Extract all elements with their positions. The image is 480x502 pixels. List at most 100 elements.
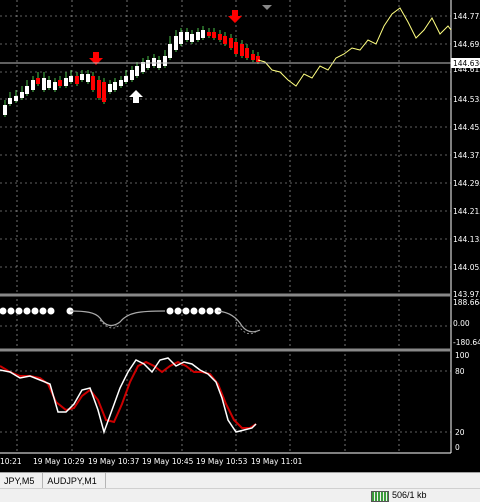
price-tick-label: 144.055 xyxy=(453,263,480,272)
stoch-label-80: 80 xyxy=(455,367,465,376)
signal-dot xyxy=(198,307,206,315)
indicator1-dashed xyxy=(99,319,259,335)
chart-shift-icon[interactable] xyxy=(262,5,272,10)
time-axis: 10:21 19 May 10:29 19 May 10:37 19 May 10:4… xyxy=(0,457,303,466)
forecast-line xyxy=(257,7,452,87)
signal-dot xyxy=(174,307,182,315)
candle-body xyxy=(97,80,101,98)
candle-body xyxy=(251,54,255,60)
indicator1-label-min: -180.644 xyxy=(453,338,480,347)
candle-body xyxy=(3,105,7,115)
candle-body xyxy=(31,80,35,90)
candle-body xyxy=(240,44,244,56)
candle-body xyxy=(196,32,200,40)
stoch-label-100: 100 xyxy=(455,351,470,360)
time-tick-label: 19 May 10:29 xyxy=(33,457,85,466)
candle-body xyxy=(201,30,205,38)
tab-audjpy-m1[interactable]: AUDJPY,M1 xyxy=(43,473,106,489)
indicator1-label-zero: 0.00 xyxy=(453,319,470,328)
forecast-polyline xyxy=(257,7,452,87)
price-tick-label: 144.295 xyxy=(453,179,480,188)
candle-body xyxy=(152,58,156,66)
time-tick-label: 19 May 10:53 xyxy=(196,457,248,466)
signal-dot xyxy=(31,307,39,315)
candle-body xyxy=(53,82,57,90)
price-tick-label: 144.375 xyxy=(453,151,480,160)
candle-body xyxy=(58,80,62,86)
candle-body xyxy=(185,32,189,40)
price-axis: 144.775 144.695 144.535 144.455 144.375 144.2… xyxy=(453,12,480,299)
signal-dot xyxy=(39,307,47,315)
indicator2-pane xyxy=(0,357,257,435)
indicator1-label-max: 188.664 xyxy=(453,298,480,307)
candle-body xyxy=(8,98,12,104)
candle-body xyxy=(245,48,249,58)
candle-body xyxy=(64,78,68,86)
chart-grid xyxy=(0,0,452,454)
candle-body xyxy=(146,60,150,68)
price-tick-label: 144.135 xyxy=(453,235,480,244)
candle-body xyxy=(113,82,117,90)
signal-dot xyxy=(15,307,23,315)
candle-body xyxy=(25,86,29,94)
candle-body xyxy=(256,56,260,62)
connection-icon xyxy=(371,491,389,502)
tab-jpy-m5[interactable]: JPY,M5 xyxy=(0,473,44,489)
sell-arrow-icon xyxy=(228,10,242,23)
candle-body xyxy=(36,78,40,84)
time-tick-label: 10:21 xyxy=(0,457,22,466)
candle-body xyxy=(102,82,106,102)
signal-dot xyxy=(47,307,55,315)
signal-dot xyxy=(190,307,198,315)
price-tick-label: 144.615 xyxy=(453,65,480,74)
traffic-status: 506/1 kb xyxy=(392,490,427,500)
candle-body xyxy=(234,42,238,54)
stoch-label-20: 20 xyxy=(455,428,465,437)
price-chart[interactable]: 144.636 144.775144.695144.535144.455144.… xyxy=(0,0,480,472)
candle-body xyxy=(42,78,46,90)
candle-body xyxy=(69,76,73,82)
candle-body xyxy=(47,80,51,88)
candle-body xyxy=(179,32,183,44)
stoch-label-0: 0 xyxy=(455,443,460,452)
price-tick-label: 144.455 xyxy=(453,123,480,132)
candle-body xyxy=(174,36,178,50)
candle-body xyxy=(163,56,167,66)
candle-body xyxy=(80,74,84,80)
candle-body xyxy=(223,36,227,44)
candles xyxy=(3,26,260,117)
status-bar: 506/1 kb xyxy=(0,488,480,502)
candle-body xyxy=(124,76,128,82)
buy-arrow-icon xyxy=(129,90,143,103)
candle-body xyxy=(91,76,95,90)
signal-dot xyxy=(166,307,174,315)
price-tick-label: 144.695 xyxy=(453,40,480,49)
candle-body xyxy=(75,76,79,84)
candle-body xyxy=(108,84,112,92)
signal-dot xyxy=(7,307,15,315)
signal-dot xyxy=(0,307,7,315)
candle-body xyxy=(207,32,211,36)
signal-dot xyxy=(206,307,214,315)
candle-body xyxy=(218,34,222,40)
candle-body xyxy=(212,32,216,38)
candle-body xyxy=(190,34,194,42)
stoch-main-line xyxy=(0,357,257,435)
chart-tabs: JPY,M5 AUDJPY,M1 xyxy=(0,472,480,489)
time-tick-label: 19 May 10:45 xyxy=(142,457,194,466)
candle-body xyxy=(20,92,24,98)
candle-body xyxy=(14,96,18,101)
indicator1-curve xyxy=(69,310,261,333)
price-tick-label: 144.775 xyxy=(453,12,480,21)
price-tick-label: 144.215 xyxy=(453,207,480,216)
candle-body xyxy=(229,38,233,48)
candle-body xyxy=(86,74,90,82)
indicator1-pane xyxy=(0,307,261,335)
candle-body xyxy=(130,70,134,80)
price-tick-label: 144.535 xyxy=(453,95,480,104)
signal-dot xyxy=(182,307,190,315)
candle-body xyxy=(157,60,161,68)
candle-body xyxy=(119,80,123,86)
candle-body xyxy=(168,44,172,58)
time-tick-label: 19 May 10:37 xyxy=(88,457,140,466)
